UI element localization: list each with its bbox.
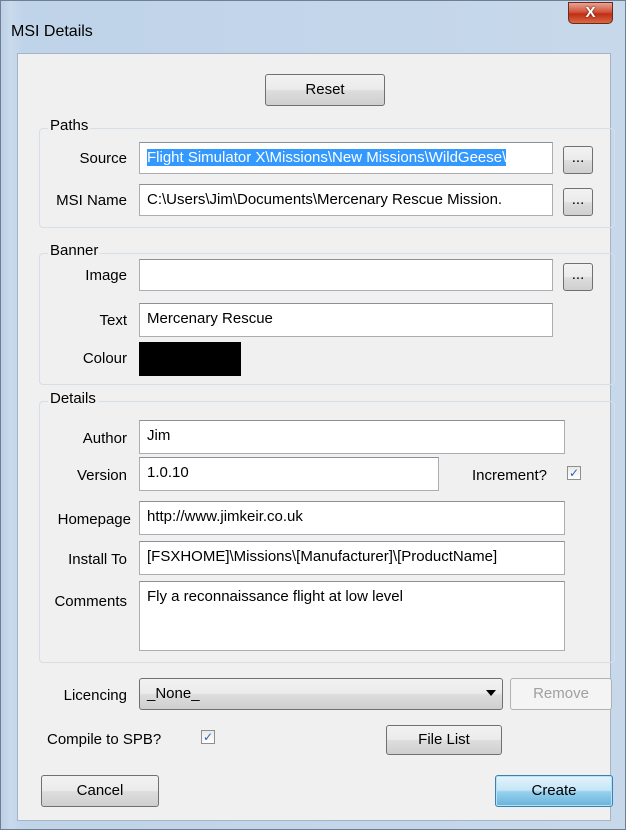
compile-label: Compile to SPB?: [47, 731, 162, 748]
install-to-field[interactable]: [FSXHOME]\Missions\[Manufacturer]\[Produ…: [139, 541, 565, 575]
version-field[interactable]: 1.0.10: [139, 457, 439, 491]
msi-details-window: MSI Details X Reset Paths Source Flight …: [0, 0, 626, 830]
homepage-label: Homepage: [57, 511, 131, 528]
banner-text-value: Mercenary Rescue: [147, 310, 273, 327]
licencing-dropdown[interactable]: _None_: [139, 678, 503, 710]
source-browse-button[interactable]: ...: [563, 146, 593, 174]
text-label: Text: [99, 312, 127, 329]
author-field[interactable]: Jim: [139, 420, 565, 454]
licencing-selected: _None_: [147, 685, 200, 702]
licencing-label: Licencing: [63, 687, 127, 704]
paths-group-label: Paths: [48, 117, 91, 134]
close-button[interactable]: X: [568, 2, 613, 24]
image-browse-button[interactable]: ...: [563, 263, 593, 291]
colour-label: Colour: [82, 350, 127, 367]
file-list-button[interactable]: File List: [386, 725, 502, 755]
comments-label: Comments: [54, 593, 127, 610]
source-field[interactable]: Flight Simulator X\Missions\New Missions…: [139, 142, 553, 174]
image-field[interactable]: [139, 259, 553, 291]
create-button[interactable]: Create: [495, 775, 613, 807]
author-label: Author: [82, 430, 127, 447]
increment-label: Increment?: [471, 467, 547, 484]
banner-group-label: Banner: [48, 242, 101, 259]
source-value: Flight Simulator X\Missions\New Missions…: [147, 149, 507, 166]
msi-name-field[interactable]: C:\Users\Jim\Documents\Mercenary Rescue …: [139, 184, 553, 216]
window-title: MSI Details: [11, 23, 93, 40]
details-group-label: Details: [48, 390, 98, 407]
increment-checkbox[interactable]: ✓: [567, 466, 581, 480]
source-label: Source: [79, 150, 127, 167]
homepage-value: http://www.jimkeir.co.uk: [147, 508, 303, 525]
comments-field[interactable]: Fly a reconnaissance flight at low level: [139, 581, 565, 651]
homepage-field[interactable]: http://www.jimkeir.co.uk: [139, 501, 565, 535]
cancel-button[interactable]: Cancel: [41, 775, 159, 807]
compile-checkbox[interactable]: ✓: [201, 730, 215, 744]
colour-swatch[interactable]: [139, 342, 241, 376]
chevron-down-icon: [486, 690, 496, 696]
msi-name-label: MSI Name: [56, 192, 127, 209]
author-value: Jim: [147, 427, 171, 444]
image-label: Image: [85, 267, 127, 284]
install-to-value: [FSXHOME]\Missions\[Manufacturer]\[Produ…: [147, 548, 498, 565]
version-label: Version: [76, 467, 127, 484]
banner-text-field[interactable]: Mercenary Rescue: [139, 303, 553, 337]
close-icon: X: [585, 4, 596, 21]
remove-button[interactable]: Remove: [510, 678, 612, 710]
reset-button[interactable]: Reset: [265, 74, 385, 106]
msi-name-browse-button[interactable]: ...: [563, 188, 593, 216]
version-value: 1.0.10: [147, 464, 189, 481]
install-to-label: Install To: [68, 551, 127, 568]
msi-name-value: C:\Users\Jim\Documents\Mercenary Rescue …: [147, 191, 503, 208]
comments-value: Fly a reconnaissance flight at low level: [147, 588, 403, 605]
